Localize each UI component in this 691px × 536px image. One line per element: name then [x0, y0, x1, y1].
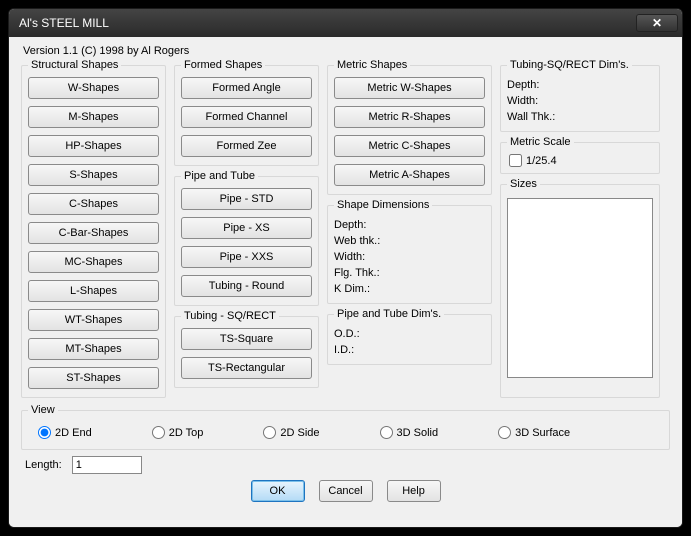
flg-thk-label: Flg. Thk.:: [334, 265, 485, 281]
window-title: Al's STEEL MILL: [19, 16, 636, 30]
length-input[interactable]: [72, 456, 142, 474]
depth-label: Depth:: [334, 217, 485, 233]
sizes-group: Sizes: [500, 178, 660, 398]
metric-scale-label: 1/25.4: [526, 155, 557, 167]
close-button[interactable]: ✕: [636, 14, 678, 32]
pipe-tube-dims-group: Pipe and Tube Dim's. O.D.: I.D.:: [327, 308, 492, 365]
mc-shapes-button[interactable]: MC-Shapes: [28, 251, 159, 273]
view-group: View 2D End 2D Top 2D Side 3D Solid 3D S…: [21, 404, 670, 450]
tubing-round-button[interactable]: Tubing - Round: [181, 275, 312, 297]
view-3d-solid[interactable]: 3D Solid: [380, 426, 439, 439]
k-dim-label: K Dim.:: [334, 281, 485, 297]
metric-shapes-group: Metric Shapes Metric W-Shapes Metric R-S…: [327, 59, 492, 195]
title-bar[interactable]: Al's STEEL MILL ✕: [9, 9, 682, 37]
version-text: Version 1.1 (C) 1998 by Al Rogers: [21, 45, 670, 57]
pipe-std-button[interactable]: Pipe - STD: [181, 188, 312, 210]
tubing-legend: Tubing - SQ/RECT: [181, 310, 279, 322]
hp-shapes-button[interactable]: HP-Shapes: [28, 135, 159, 157]
sizes-listbox[interactable]: [507, 198, 653, 378]
view-3d-solid-radio[interactable]: [380, 426, 393, 439]
c-shapes-button[interactable]: C-Shapes: [28, 193, 159, 215]
s-shapes-button[interactable]: S-Shapes: [28, 164, 159, 186]
mt-shapes-button[interactable]: MT-Shapes: [28, 338, 159, 360]
l-shapes-button[interactable]: L-Shapes: [28, 280, 159, 302]
dialog-window: Al's STEEL MILL ✕ Version 1.1 (C) 1998 b…: [8, 8, 683, 528]
m-shapes-button[interactable]: M-Shapes: [28, 106, 159, 128]
view-2d-end-radio[interactable]: [38, 426, 51, 439]
pipe-xxs-button[interactable]: Pipe - XXS: [181, 246, 312, 268]
metric-r-shapes-button[interactable]: Metric R-Shapes: [334, 106, 485, 128]
view-legend: View: [28, 404, 58, 416]
sizes-legend: Sizes: [507, 178, 540, 190]
pipe-dims-legend: Pipe and Tube Dim's.: [334, 308, 444, 320]
w-shapes-button[interactable]: W-Shapes: [28, 77, 159, 99]
pipe-tube-group: Pipe and Tube Pipe - STD Pipe - XS Pipe …: [174, 170, 319, 306]
wall-thk-label: Wall Thk.:: [507, 109, 653, 125]
wt-shapes-button[interactable]: WT-Shapes: [28, 309, 159, 331]
view-2d-side-radio[interactable]: [263, 426, 276, 439]
web-thk-label: Web thk.:: [334, 233, 485, 249]
view-2d-side[interactable]: 2D Side: [263, 426, 319, 439]
metric-scale-group: Metric Scale 1/25.4: [500, 136, 660, 174]
width-label: Width:: [334, 249, 485, 265]
tubing-dims-group: Tubing-SQ/RECT Dim's. Depth: Width: Wall…: [500, 59, 660, 132]
view-2d-end[interactable]: 2D End: [38, 426, 92, 439]
ts-rectangular-button[interactable]: TS-Rectangular: [181, 357, 312, 379]
formed-zee-button[interactable]: Formed Zee: [181, 135, 312, 157]
structural-shapes-group: Structural Shapes W-Shapes M-Shapes HP-S…: [21, 59, 166, 398]
ok-button[interactable]: OK: [251, 480, 305, 502]
close-icon: ✕: [652, 16, 662, 30]
ts-square-button[interactable]: TS-Square: [181, 328, 312, 350]
length-label: Length:: [25, 459, 62, 471]
view-2d-top[interactable]: 2D Top: [152, 426, 204, 439]
pipe-legend: Pipe and Tube: [181, 170, 258, 182]
id-label: I.D.:: [334, 342, 485, 358]
metric-scale-row[interactable]: 1/25.4: [507, 154, 653, 167]
od-label: O.D.:: [334, 326, 485, 342]
help-button[interactable]: Help: [387, 480, 441, 502]
metric-w-shapes-button[interactable]: Metric W-Shapes: [334, 77, 485, 99]
dialog-content: Version 1.1 (C) 1998 by Al Rogers Struct…: [9, 37, 682, 527]
view-3d-surface-radio[interactable]: [498, 426, 511, 439]
metric-a-shapes-button[interactable]: Metric A-Shapes: [334, 164, 485, 186]
metric-legend: Metric Shapes: [334, 59, 410, 71]
depth2-label: Depth:: [507, 77, 653, 93]
shape-dimensions-group: Shape Dimensions Depth: Web thk.: Width:…: [327, 199, 492, 304]
formed-channel-button[interactable]: Formed Channel: [181, 106, 312, 128]
formed-shapes-group: Formed Shapes Formed Angle Formed Channe…: [174, 59, 319, 166]
tubing-dims-legend: Tubing-SQ/RECT Dim's.: [507, 59, 632, 71]
metric-scale-checkbox[interactable]: [509, 154, 522, 167]
cancel-button[interactable]: Cancel: [319, 480, 373, 502]
view-3d-surface[interactable]: 3D Surface: [498, 426, 570, 439]
formed-angle-button[interactable]: Formed Angle: [181, 77, 312, 99]
c-bar-shapes-button[interactable]: C-Bar-Shapes: [28, 222, 159, 244]
tubing-sq-rect-group: Tubing - SQ/RECT TS-Square TS-Rectangula…: [174, 310, 319, 388]
structural-legend: Structural Shapes: [28, 59, 121, 71]
metric-c-shapes-button[interactable]: Metric C-Shapes: [334, 135, 485, 157]
pipe-xs-button[interactable]: Pipe - XS: [181, 217, 312, 239]
formed-legend: Formed Shapes: [181, 59, 265, 71]
st-shapes-button[interactable]: ST-Shapes: [28, 367, 159, 389]
view-2d-top-radio[interactable]: [152, 426, 165, 439]
metric-scale-legend: Metric Scale: [507, 136, 574, 148]
width2-label: Width:: [507, 93, 653, 109]
shape-dims-legend: Shape Dimensions: [334, 199, 432, 211]
